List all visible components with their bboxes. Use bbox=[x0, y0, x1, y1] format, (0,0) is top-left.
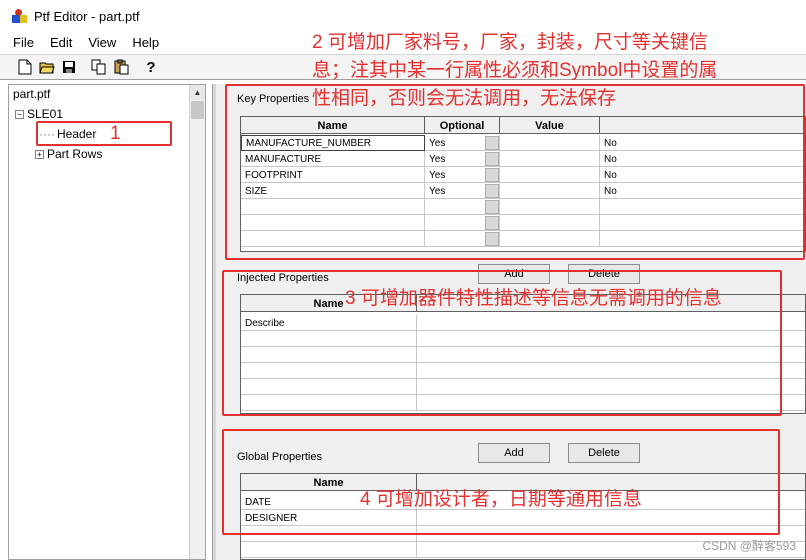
save-icon[interactable] bbox=[58, 57, 80, 77]
annotation-box-4 bbox=[222, 429, 780, 535]
scroll-thumb[interactable] bbox=[191, 101, 204, 119]
watermark: CSDN @醉客593 bbox=[702, 539, 796, 553]
copy-icon[interactable] bbox=[88, 57, 110, 77]
annotation-box-1 bbox=[36, 121, 172, 146]
scroll-up-icon[interactable]: ▲ bbox=[190, 85, 205, 100]
expand-toggle[interactable]: + bbox=[35, 150, 44, 160]
menu-view[interactable]: View bbox=[83, 35, 121, 50]
collapse-toggle[interactable]: − bbox=[15, 110, 24, 120]
annotation-3: 3 可增加器件特性描述等信息无需调用的信息 bbox=[345, 288, 722, 309]
annotation-4: 4 可增加设计者，日期等通用信息 bbox=[360, 489, 642, 510]
tree-scrollbar[interactable]: ▲ bbox=[189, 85, 205, 559]
tree-node-package[interactable]: − SLE01 bbox=[15, 107, 63, 121]
menu-help[interactable]: Help bbox=[127, 35, 164, 50]
tree-package-label: SLE01 bbox=[27, 107, 64, 121]
tree-part-rows-label: Part Rows bbox=[47, 147, 103, 161]
tree-node-part-rows[interactable]: + Part Rows bbox=[35, 147, 102, 161]
title-bar: Ptf Editor - part.ptf bbox=[0, 0, 806, 32]
new-file-icon[interactable] bbox=[14, 57, 36, 77]
annotation-2-line3: 性相同，否则会无法调用，无法保存 bbox=[312, 88, 617, 109]
tree-view[interactable]: part.ptf − SLE01 ···· Header + Part Rows ▲ bbox=[8, 84, 206, 560]
help-icon[interactable]: ? bbox=[140, 57, 162, 77]
window-title: Ptf Editor - part.ptf bbox=[34, 8, 140, 24]
tree-root[interactable]: part.ptf bbox=[13, 87, 50, 101]
annotation-2-line1: 2 可增加厂家料号，厂家，封装，尺寸等关键信 bbox=[312, 32, 708, 53]
paste-icon[interactable] bbox=[110, 57, 132, 77]
menu-edit[interactable]: Edit bbox=[45, 35, 77, 50]
menu-file[interactable]: File bbox=[8, 35, 39, 50]
annotation-1: 1 bbox=[110, 123, 121, 144]
open-folder-icon[interactable] bbox=[36, 57, 58, 77]
annotation-2-line2: 息；注其中某一行属性必须和Symbol中设置的属 bbox=[312, 60, 718, 81]
app-icon bbox=[12, 8, 28, 24]
